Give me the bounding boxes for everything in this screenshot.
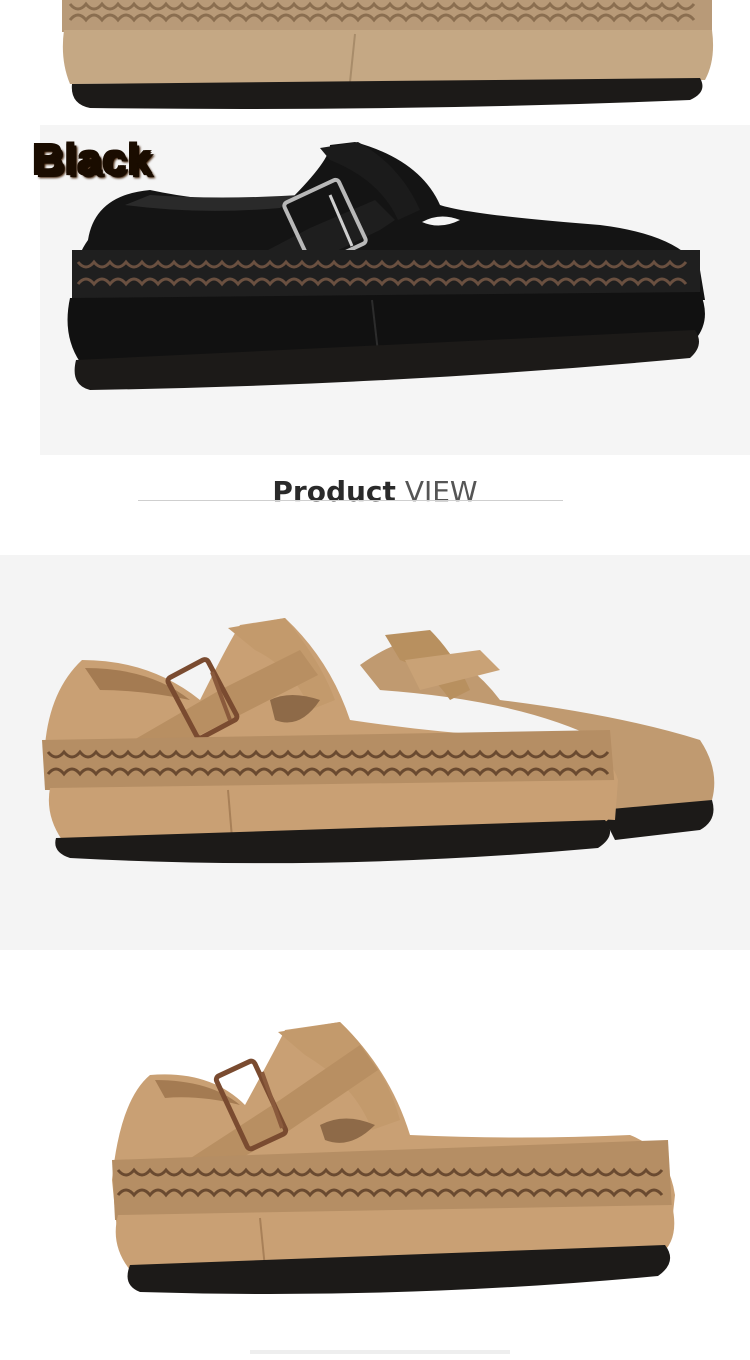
section-title-light: VIEW xyxy=(404,475,478,508)
section-divider xyxy=(138,500,563,501)
tan-shoe-pair-image xyxy=(0,555,750,950)
color-label-black: Black xyxy=(32,135,152,184)
section-title: Product VIEW xyxy=(0,475,750,508)
section-title-bold: Product xyxy=(272,475,396,508)
tan-shoe-single-image xyxy=(0,950,750,1360)
tan-shoe-single-panel xyxy=(0,950,750,1360)
tan-shoe-cropped-image xyxy=(0,0,750,125)
tan-shoe-pair-panel xyxy=(0,555,750,950)
